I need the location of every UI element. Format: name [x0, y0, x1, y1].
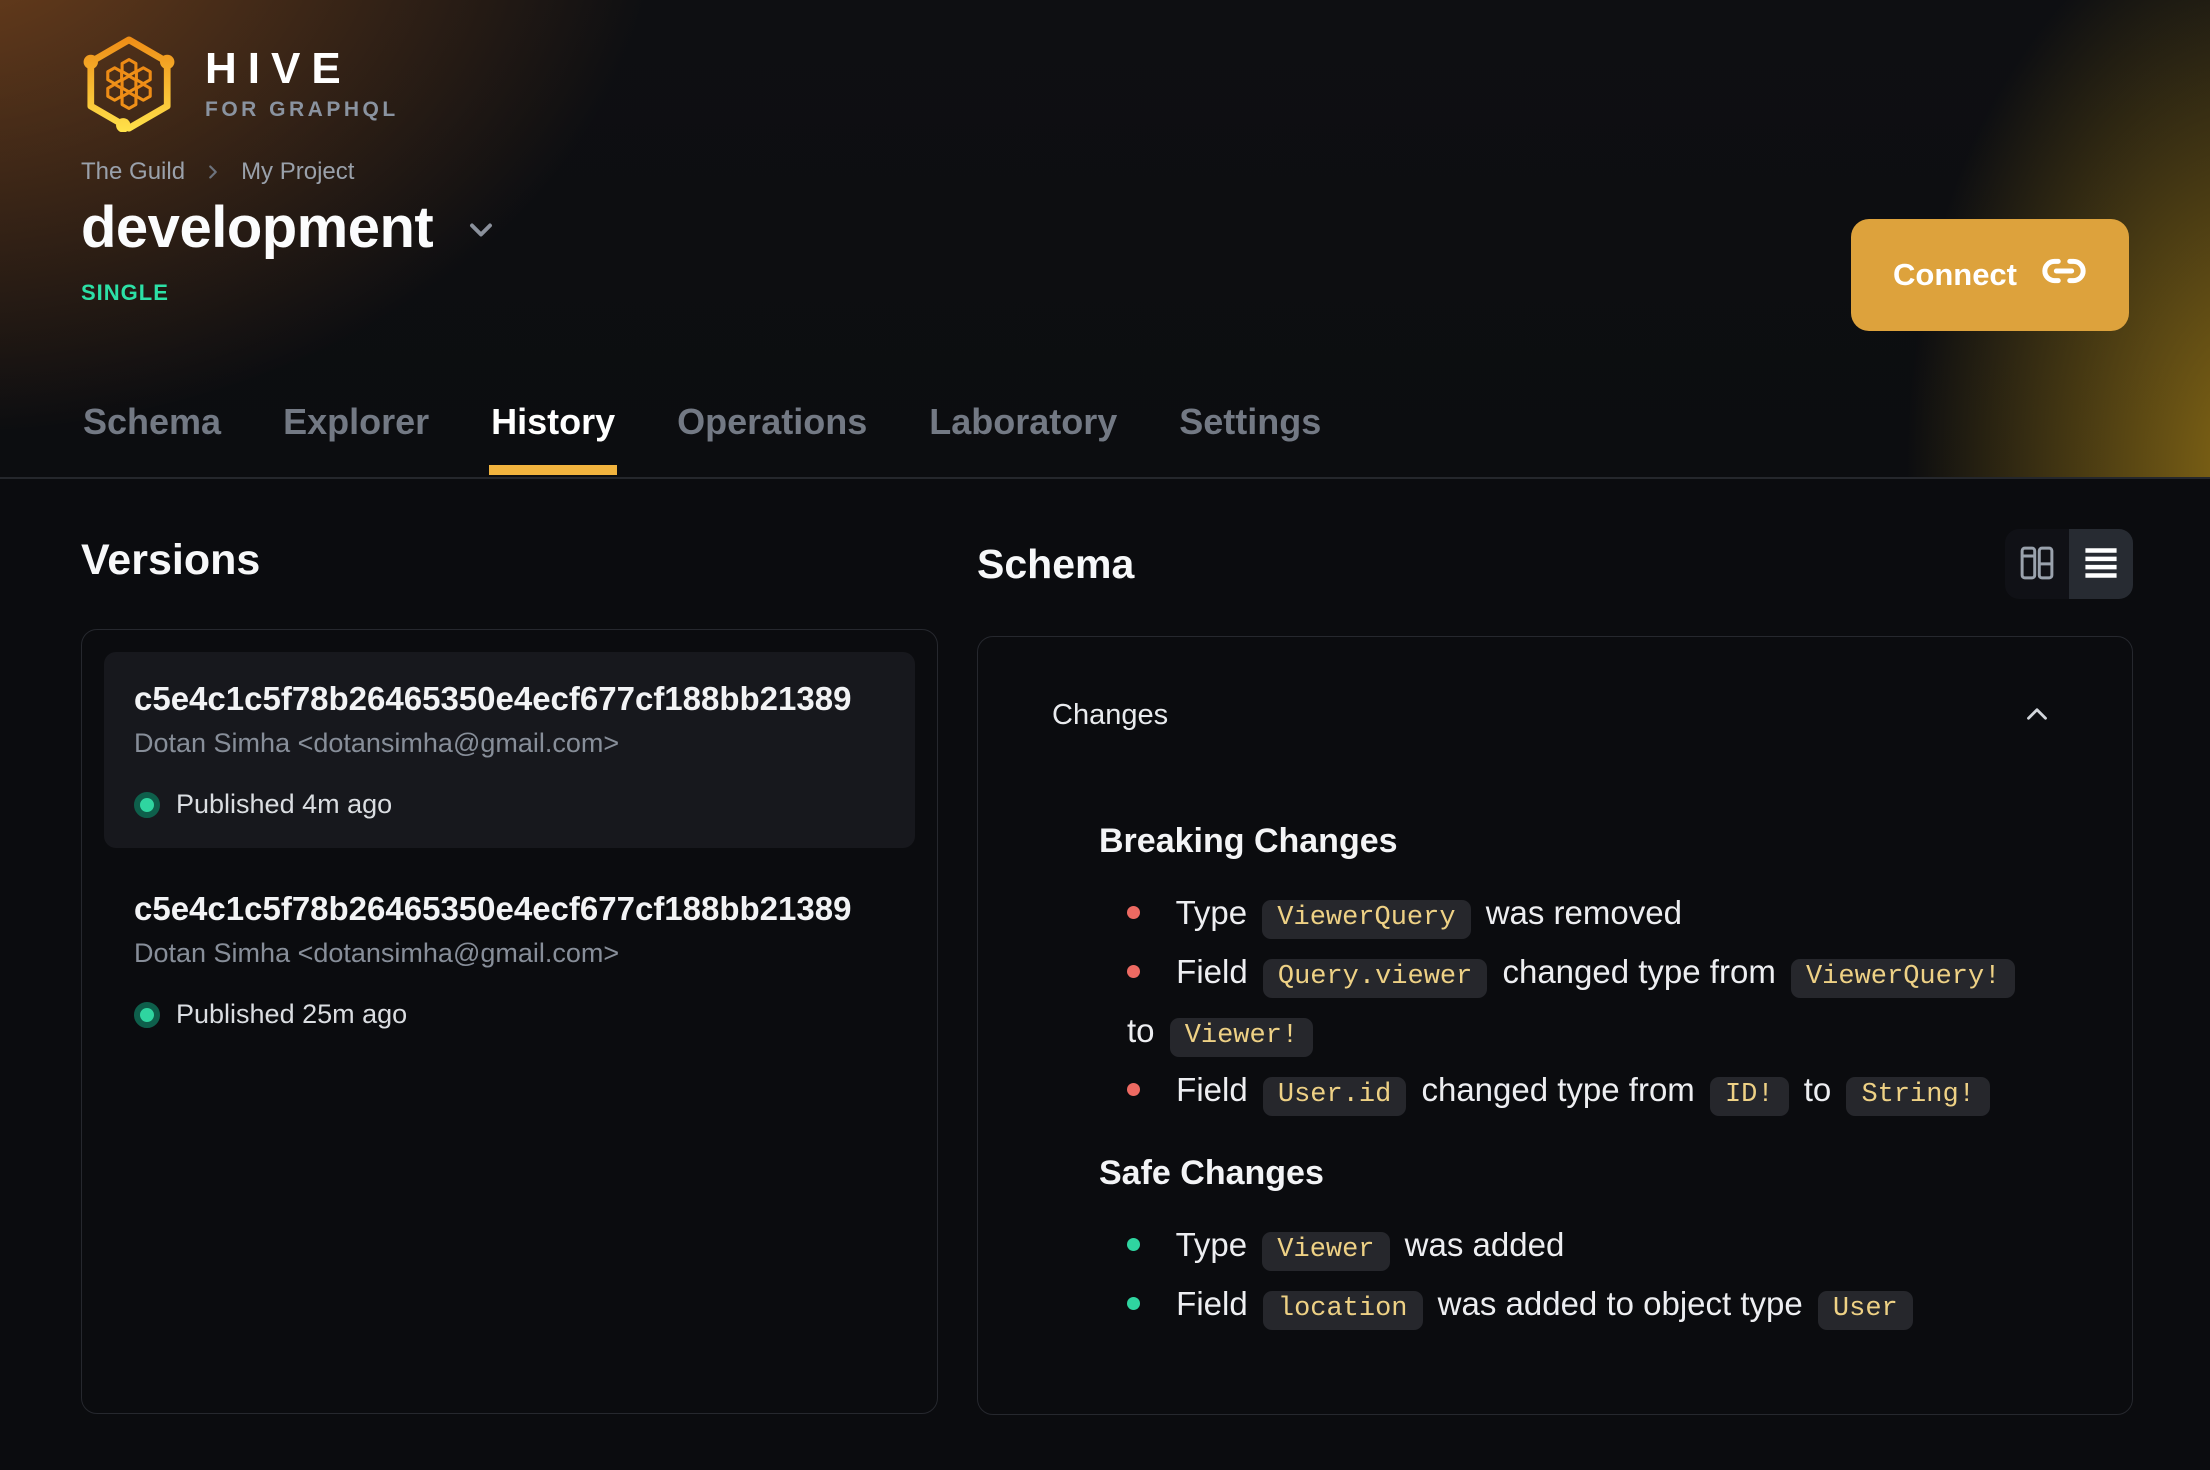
code-chip: User.id	[1262, 1077, 1407, 1116]
view-toggle	[2005, 529, 2133, 599]
version-hash: c5e4c1c5f78b26465350e4ecf677cf188bb21389	[134, 890, 852, 927]
connect-label: Connect	[1893, 257, 2017, 292]
tab-operations[interactable]: Operations	[675, 401, 869, 477]
chevron-right-icon	[202, 161, 224, 183]
tab-schema[interactable]: Schema	[81, 401, 223, 477]
brand-text: HIVE FOR GRAPHQL	[205, 43, 399, 122]
list-view-button[interactable]	[2069, 529, 2133, 599]
bullet-icon	[1127, 905, 1140, 919]
header: HIVE FOR GRAPHQL The Guild My Project de…	[0, 0, 2210, 479]
change-item: Field User.id changed type from ID! to S…	[1127, 1063, 2067, 1122]
brand[interactable]: HIVE FOR GRAPHQL	[81, 36, 399, 132]
code-chip: ID!	[1709, 1077, 1789, 1116]
change-item: Field Query.viewer changed type from Vie…	[1127, 945, 2067, 1063]
code-chip: ViewerQuery!	[1790, 959, 2016, 998]
tab-laboratory[interactable]: Laboratory	[927, 401, 1119, 477]
code-chip: Viewer!	[1169, 1018, 1314, 1057]
version-card[interactable]: c5e4c1c5f78b26465350e4ecf677cf188bb21389…	[104, 652, 915, 848]
brand-tagline: FOR GRAPHQL	[205, 97, 399, 121]
chevron-up-icon	[2020, 697, 2054, 734]
versions-column: Versions c5e4c1c5f78b26465350e4ecf677cf1…	[81, 479, 938, 1414]
link-icon	[2041, 248, 2087, 302]
columns-view-icon	[2016, 542, 2058, 587]
code-chip: String!	[1846, 1077, 1990, 1116]
bullet-icon	[1127, 964, 1140, 978]
connect-button[interactable]: Connect	[1851, 219, 2129, 331]
change-item: Type ViewerQuery was removed	[1127, 886, 2067, 945]
brand-name: HIVE	[205, 43, 352, 93]
code-chip: Viewer	[1262, 1232, 1390, 1271]
collapse-changes-button[interactable]	[2016, 693, 2058, 738]
breadcrumb-org[interactable]: The Guild	[81, 158, 185, 186]
change-list: Type ViewerQuery was removed Field Query…	[1127, 886, 2067, 1122]
columns-view-button[interactable]	[2005, 529, 2069, 599]
version-status: Published 4m ago	[134, 789, 885, 820]
breadcrumb: The Guild My Project	[81, 158, 354, 186]
tab-bar: Schema Explorer History Operations Laborator…	[81, 401, 1323, 477]
target-title-row[interactable]: development	[81, 194, 499, 261]
change-item: Field location was added to object type …	[1127, 1277, 2067, 1336]
code-chip: ViewerQuery	[1262, 900, 1471, 939]
tab-settings[interactable]: Settings	[1177, 401, 1323, 477]
hive-dashboard: HIVE FOR GRAPHQL The Guild My Project de…	[0, 0, 2210, 1470]
schema-title: Schema	[977, 540, 1135, 587]
version-hash: c5e4c1c5f78b26465350e4ecf677cf188bb21389	[134, 680, 852, 717]
target-type-badge: SINGLE	[81, 280, 169, 305]
published-dot-icon	[134, 791, 160, 818]
version-author: Dotan Simha <dotansimha@gmail.com>	[134, 728, 620, 758]
version-status: Published 25m ago	[134, 999, 885, 1030]
change-group-breaking: Breaking Changes Type ViewerQuery was re…	[1052, 822, 2058, 1122]
versions-title: Versions	[81, 536, 261, 584]
page-title: development	[81, 195, 434, 260]
change-group-title: Safe Changes	[1099, 1154, 1324, 1192]
change-item: Type Viewer was added	[1127, 1218, 2067, 1277]
published-dot-icon	[134, 1001, 160, 1028]
changes-label: Changes	[1052, 699, 1169, 731]
list-view-icon	[2081, 543, 2121, 586]
schema-header: Schema	[977, 529, 2133, 599]
version-card[interactable]: c5e4c1c5f78b26465350e4ecf677cf188bb21389…	[104, 862, 915, 1058]
chevron-down-icon[interactable]	[463, 212, 499, 253]
version-status-text: Published 4m ago	[176, 789, 393, 819]
changes-panel: Changes Breaking Changes Type ViewerQuer…	[977, 636, 2133, 1415]
version-status-text: Published 25m ago	[176, 999, 408, 1029]
tab-history[interactable]: History	[489, 401, 618, 477]
changes-header: Changes	[1052, 693, 2058, 738]
change-groups: Breaking Changes Type ViewerQuery was re…	[1052, 822, 2058, 1336]
code-chip: Query.viewer	[1262, 959, 1488, 998]
bullet-icon	[1127, 1296, 1140, 1310]
change-group-title: Breaking Changes	[1099, 822, 1398, 860]
code-chip: User	[1817, 1291, 1913, 1330]
tab-explorer[interactable]: Explorer	[281, 401, 431, 477]
code-chip: location	[1262, 1291, 1423, 1330]
version-author: Dotan Simha <dotansimha@gmail.com>	[134, 938, 620, 968]
bullet-icon	[1127, 1237, 1140, 1251]
change-list: Type Viewer was added Field location was…	[1127, 1218, 2067, 1336]
bullet-icon	[1127, 1082, 1140, 1096]
hive-honeycomb-icon	[83, 36, 175, 132]
breadcrumb-project[interactable]: My Project	[241, 158, 354, 186]
versions-panel: c5e4c1c5f78b26465350e4ecf677cf188bb21389…	[81, 629, 938, 1414]
schema-column: Schema Changes Breaking Changes Type Vie…	[977, 479, 2133, 1415]
change-group-safe: Safe Changes Type Viewer was added Field…	[1052, 1154, 2058, 1336]
